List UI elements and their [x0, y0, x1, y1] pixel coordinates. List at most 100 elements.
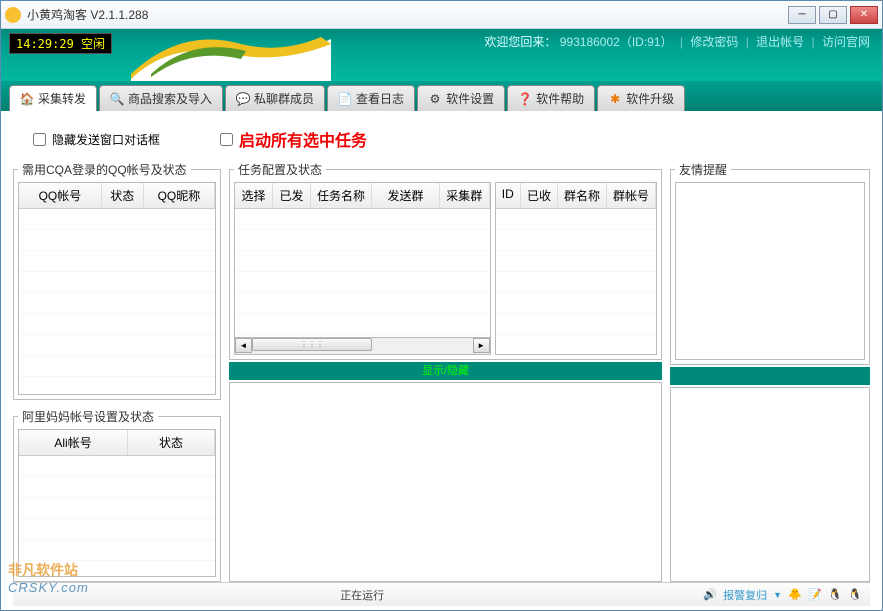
scroll-left-button[interactable]: ◄ — [235, 338, 252, 353]
visit-site-link[interactable]: 访问官网 — [822, 35, 870, 49]
toggle-show-hide-bar[interactable]: 显示/隐藏 — [229, 362, 662, 380]
user-info-link[interactable]: 993186002（ID:91） — [560, 35, 673, 49]
tab-upgrade[interactable]: ✱ 软件升级 — [597, 85, 685, 111]
start-all-label: 启动所有选中任务 — [239, 127, 367, 151]
col-ali-status[interactable]: 状态 — [128, 430, 215, 455]
col-task-name[interactable]: 任务名称 — [311, 183, 372, 208]
tab-settings[interactable]: ⚙ 软件设置 — [417, 85, 505, 111]
app-icon — [5, 7, 21, 23]
task-left-hscroll[interactable]: ◄ ⋮⋮⋮ ► — [234, 338, 491, 355]
col-qq-account[interactable]: QQ帐号 — [19, 183, 102, 208]
col-select[interactable]: 选择 — [235, 183, 273, 208]
change-password-link[interactable]: 修改密码 — [690, 35, 738, 49]
right-column: 友情提醒 — [670, 161, 870, 582]
scroll-track[interactable]: ⋮⋮⋮ — [252, 338, 473, 353]
chevron-down-icon[interactable]: ▼ — [773, 590, 782, 600]
tab-private-chat[interactable]: 💬 私聊群成员 — [225, 85, 325, 111]
tips-box — [675, 182, 865, 360]
task-config-panel: 任务配置及状态 选择 已发 任务名称 发送群 采集群 — [229, 161, 662, 360]
col-qq-nick[interactable]: QQ昵称 — [144, 183, 215, 208]
start-all-check: 启动所有选中任务 — [220, 127, 367, 151]
header-banner: 14:29:29 空闲 欢迎您回来： 993186002（ID:91） | 修改… — [1, 29, 882, 81]
help-icon: ❓ — [518, 92, 532, 106]
left-column: 需用CQA登录的QQ帐号及状态 QQ帐号 状态 QQ昵称 阿里妈妈帐号设置及状态 — [13, 161, 221, 582]
task-right-header: ID 已收 群名称 群帐号 — [496, 183, 656, 209]
hide-dialog-label: 隐藏发送窗口对话框 — [52, 131, 160, 148]
task-right-grid[interactable]: ID 已收 群名称 群帐号 — [495, 182, 657, 355]
ali-accounts-panel: 阿里妈妈帐号设置及状态 Ali帐号 状态 — [13, 408, 221, 582]
tips-legend: 友情提醒 — [675, 161, 731, 178]
speaker-icon[interactable]: 🔊 — [703, 588, 717, 601]
top-options-row: 隐藏发送窗口对话框 启动所有选中任务 — [13, 121, 870, 161]
col-qq-status[interactable]: 状态 — [102, 183, 144, 208]
maximize-button[interactable]: ▢ — [819, 6, 847, 24]
log-icon: 📄 — [338, 92, 352, 106]
tab-label: 采集转发 — [38, 90, 86, 107]
close-button[interactable]: ✕ — [850, 6, 878, 24]
status-center-text: 正在运行 — [29, 587, 695, 603]
search-icon: 🔍 — [110, 92, 124, 106]
window-controls: ─ ▢ ✕ — [788, 6, 878, 24]
task-grids: 选择 已发 任务名称 发送群 采集群 ◄ — [234, 182, 657, 355]
tab-collect-forward[interactable]: 🏠 采集转发 — [9, 85, 97, 111]
welcome-label: 欢迎您回来： — [484, 35, 556, 49]
ali-grid-body[interactable] — [19, 456, 215, 576]
task-left-body[interactable] — [235, 209, 490, 337]
gear-icon: ⚙ — [428, 92, 442, 106]
tab-help[interactable]: ❓ 软件帮助 — [507, 85, 595, 111]
penguin-icon[interactable]: 🐧 — [828, 588, 842, 602]
logout-link[interactable]: 退出帐号 — [756, 35, 804, 49]
tab-label: 软件设置 — [446, 90, 494, 107]
right-bottom-box — [670, 387, 870, 583]
tab-bar: 🏠 采集转发 🔍 商品搜索及导入 💬 私聊群成员 📄 查看日志 ⚙ 软件设置 ❓… — [1, 81, 882, 111]
chat-icon: 💬 — [236, 92, 250, 106]
status-bar: 正在运行 🔊 报警复归 ▼ 🐥 📝 🐧 🐧 — [13, 582, 870, 606]
minimize-button[interactable]: ─ — [788, 6, 816, 24]
qq-accounts-grid[interactable]: QQ帐号 状态 QQ昵称 — [18, 182, 216, 395]
ali-grid-header: Ali帐号 状态 — [19, 430, 215, 456]
col-group-name[interactable]: 群名称 — [558, 183, 607, 208]
tab-label: 查看日志 — [356, 90, 404, 107]
header-left: 14:29:29 空闲 — [1, 29, 120, 81]
header-links: 欢迎您回来： 993186002（ID:91） | 修改密码 | 退出帐号 | … — [472, 29, 882, 81]
scroll-thumb[interactable]: ⋮⋮⋮ — [252, 338, 372, 351]
col-sent[interactable]: 已发 — [273, 183, 311, 208]
notes-icon[interactable]: 📝 — [808, 588, 822, 602]
col-group-account[interactable]: 群帐号 — [607, 183, 656, 208]
task-left-header: 选择 已发 任务名称 发送群 采集群 — [235, 183, 490, 209]
tab-view-log[interactable]: 📄 查看日志 — [327, 85, 415, 111]
hide-dialog-checkbox[interactable] — [33, 133, 46, 146]
ali-panel-legend: 阿里妈妈帐号设置及状态 — [18, 408, 158, 425]
home-icon: 🏠 — [20, 92, 34, 106]
middle-column: 任务配置及状态 选择 已发 任务名称 发送群 采集群 — [229, 161, 662, 582]
tips-footer-bar — [670, 367, 870, 385]
task-left-grid[interactable]: 选择 已发 任务名称 发送群 采集群 — [234, 182, 491, 338]
hide-dialog-check: 隐藏发送窗口对话框 — [33, 131, 160, 148]
tab-label: 私聊群成员 — [254, 90, 314, 107]
tab-product-search[interactable]: 🔍 商品搜索及导入 — [99, 85, 223, 111]
qq-panel-legend: 需用CQA登录的QQ帐号及状态 — [18, 161, 191, 178]
task-grid-left-wrap: 选择 已发 任务名称 发送群 采集群 ◄ — [234, 182, 491, 355]
qq-grid-body[interactable] — [19, 209, 215, 394]
alarm-reset-label[interactable]: 报警复归 — [723, 587, 767, 603]
start-all-checkbox[interactable] — [220, 133, 233, 146]
col-collect-group[interactable]: 采集群 — [440, 183, 490, 208]
task-panel-legend: 任务配置及状态 — [234, 161, 326, 178]
col-id[interactable]: ID — [496, 183, 521, 208]
chick-icon[interactable]: 🐥 — [788, 588, 802, 602]
ali-accounts-grid[interactable]: Ali帐号 状态 — [18, 429, 216, 577]
col-ali-account[interactable]: Ali帐号 — [19, 430, 128, 455]
scroll-right-button[interactable]: ► — [473, 338, 490, 353]
col-received[interactable]: 已收 — [521, 183, 558, 208]
main-panels: 需用CQA登录的QQ帐号及状态 QQ帐号 状态 QQ昵称 阿里妈妈帐号设置及状态 — [13, 161, 870, 582]
tips-panel: 友情提醒 — [670, 161, 870, 365]
window-title: 小黄鸡淘客 V2.1.1.288 — [27, 6, 788, 23]
penguin-icon-2[interactable]: 🐧 — [848, 588, 862, 602]
log-box[interactable] — [229, 382, 662, 583]
status-right: 🔊 报警复归 ▼ 🐥 📝 🐧 🐧 — [703, 587, 862, 603]
update-icon: ✱ — [608, 92, 622, 106]
col-send-group[interactable]: 发送群 — [372, 183, 440, 208]
task-right-body[interactable] — [496, 209, 656, 354]
task-panel-wrapper: 任务配置及状态 选择 已发 任务名称 发送群 采集群 — [229, 161, 662, 360]
tab-label: 软件升级 — [626, 90, 674, 107]
